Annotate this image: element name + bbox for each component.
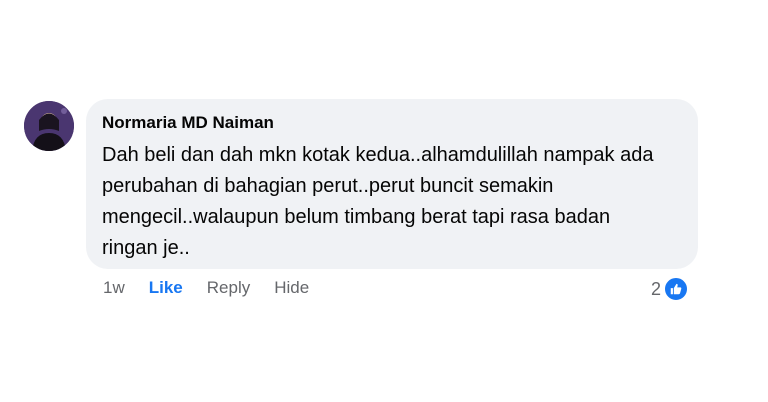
comment-bubble: Normaria MD Naiman Dah beli dan dah mkn … xyxy=(86,99,698,269)
comment-actions: 1w Like Reply Hide xyxy=(103,276,309,300)
comment-timestamp[interactable]: 1w xyxy=(103,278,125,298)
avatar-image xyxy=(24,101,74,151)
hide-button[interactable]: Hide xyxy=(274,278,309,298)
reply-button[interactable]: Reply xyxy=(207,278,250,298)
comment-author[interactable]: Normaria MD Naiman xyxy=(102,112,680,134)
avatar[interactable] xyxy=(24,101,74,151)
reaction-count: 2 xyxy=(651,278,662,299)
comment-text: Dah beli dan dah mkn kotak kedua..alhamd… xyxy=(102,144,654,259)
thumbs-up-icon xyxy=(663,276,690,302)
comment: Normaria MD Naiman Dah beli dan dah mkn … xyxy=(0,0,768,402)
like-button[interactable]: Like xyxy=(149,278,183,298)
reaction-summary[interactable]: 2 xyxy=(651,275,690,303)
